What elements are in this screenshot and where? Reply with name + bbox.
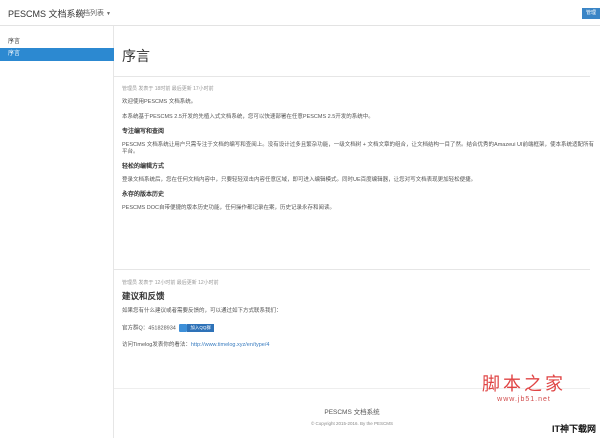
timelog-line: 访问Timelog发表你的看法：http://www.timelog.xyz/e… <box>122 342 594 349</box>
article-feedback[interactable]: 管理员 发表于 12小时前 最后更新 12小时前 建议和反馈 如果您有什么建议或… <box>122 280 594 358</box>
article-preface[interactable]: 管理员 发表于 18时前 最后更新 17小时前 欢迎使用PESCMS 文档系统。… <box>122 86 594 220</box>
sidebar-item-preface[interactable]: 序言 <box>0 48 114 61</box>
intro-text: 欢迎使用PESCMS 文档系统。 <box>122 99 197 105</box>
title-divider <box>114 76 590 77</box>
corner-logo: IT神下载网 <box>552 424 596 434</box>
paragraph: 如果您有什么建议或者需要反馈的，可以通过如下方式联系我们： <box>122 308 282 314</box>
qq-group-label: 官方群Q：451828934 <box>122 325 176 332</box>
doc-list-dropdown[interactable]: 文档列表 ▼ <box>76 8 111 18</box>
article-divider <box>114 269 590 270</box>
article-meta: 管理员 发表于 12小时前 最后更新 12小时前 <box>122 280 219 286</box>
chevron-down-icon: ▼ <box>106 11 111 17</box>
join-qq-group-button[interactable]: 加入QQ群 <box>179 324 214 332</box>
footer-copyright: © Copyright 2015-2016. By the PESCMS <box>310 421 394 426</box>
join-qq-group-label: 加入QQ群 <box>187 324 214 332</box>
paragraph: PESCMS 文档系统让用户只需专注于文档的编写和查阅上。没有设计过多且繁杂功能… <box>122 142 594 155</box>
section-heading: 永存的版本历史 <box>122 192 165 198</box>
feedback-heading: 建议和反馈 <box>122 291 165 301</box>
qq-group-line: 官方群Q：451828934 加入QQ群 <box>122 324 594 333</box>
watermark: 脚本之家 www.jb51.net <box>460 370 588 403</box>
watermark-text: 脚本之家 <box>482 374 566 395</box>
timelog-prefix: 访问Timelog发表你的看法： <box>122 341 191 348</box>
site-brand[interactable]: PESCMS 文档系统 <box>8 7 85 20</box>
footer-title: PESCMS 文档系统 <box>324 409 380 416</box>
sidebar: 序言 序言 <box>0 26 114 438</box>
watermark-url: www.jb51.net <box>497 396 551 403</box>
timelog-link[interactable]: http://www.timelog.xyz/en/type/4 <box>191 342 270 348</box>
section-heading: 专注编写和查阅 <box>122 129 165 135</box>
paragraph: PESCMS DOC自带便捷的版本历史功能，任何操作都记录在案，历史记录永存和阅… <box>122 205 335 211</box>
page-title: 序言 <box>122 48 150 64</box>
qq-icon <box>179 324 188 332</box>
article-meta: 管理员 发表于 18时前 最后更新 17小时前 <box>122 86 214 92</box>
sidebar-heading[interactable]: 序言 <box>8 36 20 45</box>
section-heading: 轻松的编辑方式 <box>122 164 165 170</box>
footer: PESCMS 文档系统 © Copyright 2015-2016. By th… <box>114 406 590 426</box>
paragraph: 登录文档系统后，您在任何文档内容中，只要轻轻双击内容任意区域，即可进入编辑模式。… <box>122 177 477 183</box>
manage-button[interactable]: 管理 <box>582 8 600 19</box>
top-navbar: PESCMS 文档系统 文档列表 ▼ 管理 <box>0 0 600 26</box>
paragraph: 本系统基于PESCMS 2.5开发的先植入式文档系统，您可以快速部署在任意PES… <box>122 114 374 120</box>
doc-list-label: 文档列表 <box>76 10 104 17</box>
